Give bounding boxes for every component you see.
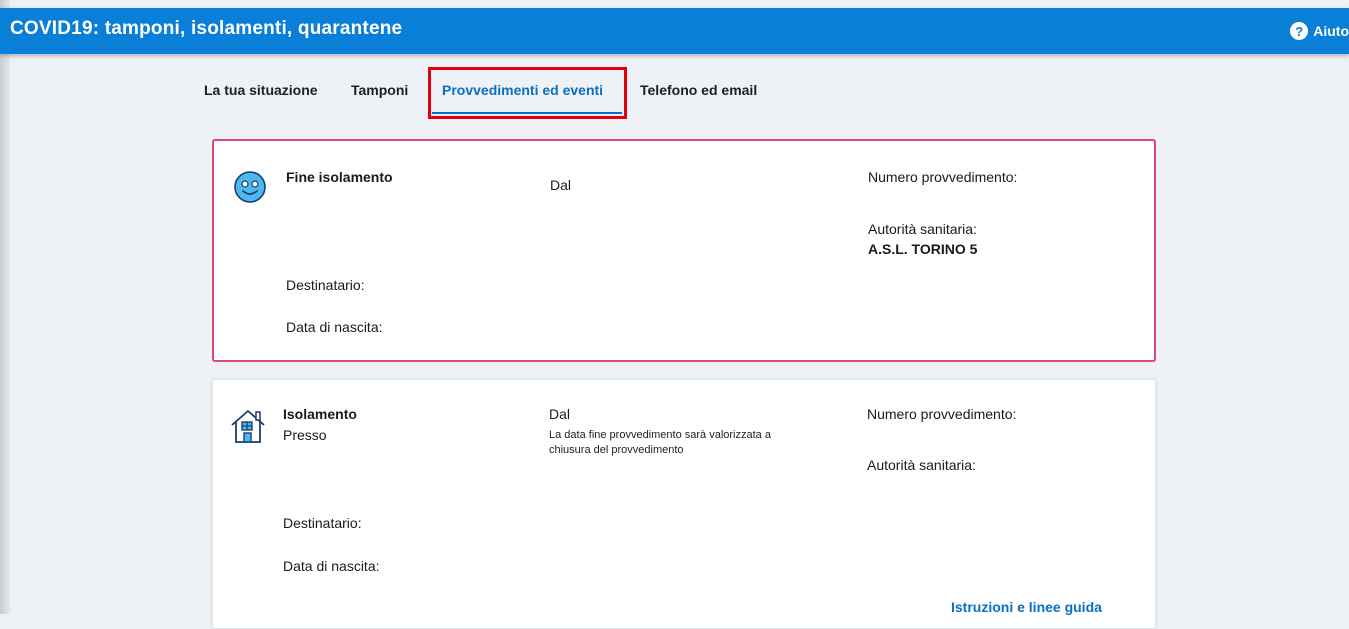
recipient-label: Destinatario: [286, 277, 365, 293]
recipient-label: Destinatario: [283, 515, 362, 531]
tab-bar: La tua situazione Tamponi Provvedimenti … [0, 68, 1349, 116]
authority-value: A.S.L. TORINO 5 [868, 241, 978, 257]
active-tab-indicator [432, 112, 622, 114]
card-title: Isolamento [283, 406, 357, 422]
house-icon [228, 406, 268, 451]
smiley-face-icon [233, 170, 267, 209]
number-label: Numero provvedimento: [868, 169, 1018, 185]
app-title: COVID19: tamponi, isolamenti, quarantene [10, 18, 403, 39]
tab-la-tua-situazione[interactable]: La tua situazione [204, 82, 318, 98]
authority-label: Autorità sanitaria: [868, 221, 977, 237]
birth-date-label: Data di nascita: [283, 558, 380, 574]
location-label: Presso [283, 427, 327, 443]
tab-tamponi[interactable]: Tamponi [351, 82, 408, 98]
end-date-note-line2: chiusura del provvedimento [549, 444, 684, 456]
tab-provvedimenti-ed-eventi[interactable]: Provvedimenti ed eventi [442, 82, 603, 98]
from-label: Dal [550, 177, 572, 193]
help-label: Aiuto [1313, 23, 1349, 39]
from-label: Dal [549, 406, 571, 422]
authority-label: Autorità sanitaria: [867, 457, 976, 473]
app-header: COVID19: tamponi, isolamenti, quarantene… [0, 8, 1349, 54]
question-mark-icon: ? [1290, 22, 1309, 40]
provvedimento-card-fine-isolamento: Fine isolamento Dal Numero provvedimento… [212, 139, 1156, 362]
card-title: Fine isolamento [286, 169, 393, 185]
birth-date-label: Data di nascita: [286, 319, 383, 335]
tab-telefono-ed-email[interactable]: Telefono ed email [640, 82, 757, 98]
help-button[interactable]: ? Aiuto [1290, 22, 1349, 40]
end-date-note-line1: La data fine provvedimento sarà valorizz… [549, 429, 771, 441]
provvedimento-card-isolamento: Isolamento Presso Dal La data fine provv… [212, 379, 1156, 629]
guidelines-link[interactable]: Istruzioni e linee guida [951, 599, 1102, 615]
number-label: Numero provvedimento: [867, 406, 1017, 422]
